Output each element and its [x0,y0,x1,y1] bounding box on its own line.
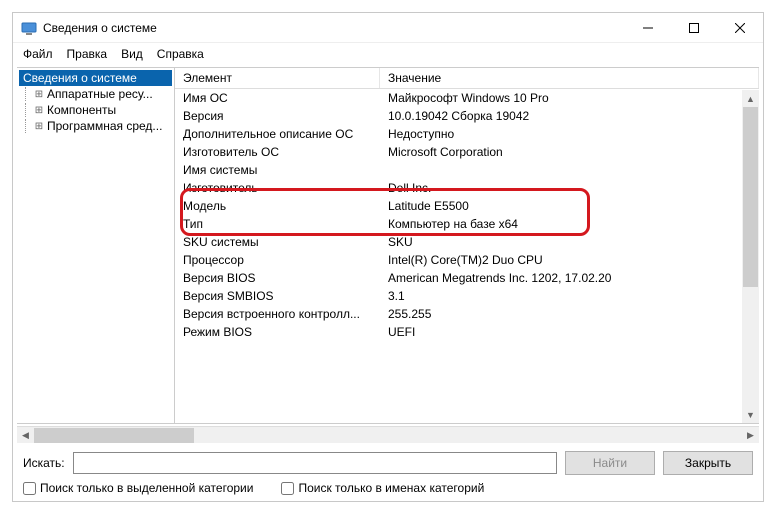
scroll-down-icon[interactable]: ▼ [742,406,759,423]
list-row[interactable]: Изготовитель ОСMicrosoft Corporation [175,143,759,161]
cell-element: Имя системы [175,161,380,179]
tree-label: Компоненты [47,103,116,117]
list-row[interactable]: ПроцессорIntel(R) Core(TM)2 Duo CPU [175,251,759,269]
column-element[interactable]: Элемент [175,68,380,88]
tree-item-components[interactable]: ⊞ Компоненты [17,102,174,118]
close-search-button[interactable]: Закрыть [663,451,753,475]
cell-value: 3.1 [380,287,759,305]
cell-element: Версия SMBIOS [175,287,380,305]
expand-icon[interactable]: ⊞ [33,89,45,100]
list-row[interactable]: Режим BIOSUEFI [175,323,759,341]
tree-item-system-summary[interactable]: Сведения о системе [19,70,172,86]
cell-value: American Megatrends Inc. 1202, 17.02.20 [380,269,759,287]
tree-label: Сведения о системе [23,71,145,85]
menu-help[interactable]: Справка [157,47,204,61]
menubar: Файл Правка Вид Справка [13,43,763,65]
search-input[interactable] [73,452,557,474]
list-body: Имя ОСМайкрософт Windows 10 ProВерсия10.… [175,89,759,341]
list-row[interactable]: Версия SMBIOS3.1 [175,287,759,305]
checkbox-only-names[interactable] [281,482,294,495]
list-header: Элемент Значение [175,68,759,89]
window-title: Сведения о системе [43,21,157,35]
cell-value: Майкрософт Windows 10 Pro [380,89,759,107]
tree-label: Аппаратные ресу... [47,87,153,101]
scroll-left-icon[interactable]: ◀ [17,427,34,444]
checkbox-label: Поиск только в выделенной категории [40,481,253,495]
content-area: Сведения о системе ⊞ Аппаратные ресу... … [17,67,759,424]
vertical-scrollbar[interactable]: ▲ ▼ [742,90,759,423]
details-pane: Элемент Значение Имя ОСМайкрософт Window… [175,68,759,423]
expand-icon[interactable]: ⊞ [33,105,45,116]
menu-edit[interactable]: Правка [67,47,108,61]
list-row[interactable]: ТипКомпьютер на базе x64 [175,215,759,233]
column-value[interactable]: Значение [380,68,759,88]
titlebar: Сведения о системе [13,13,763,43]
app-icon [21,20,37,36]
list-row[interactable]: Имя системы [175,161,759,179]
cell-element: Версия BIOS [175,269,380,287]
maximize-button[interactable] [671,13,717,43]
menu-view[interactable]: Вид [121,47,143,61]
tree-pane: Сведения о системе ⊞ Аппаратные ресу... … [17,68,175,423]
cell-value: Компьютер на базе x64 [380,215,759,233]
cell-element: Имя ОС [175,89,380,107]
list-row[interactable]: Дополнительное описание ОСНедоступно [175,125,759,143]
scrollbar-thumb[interactable] [34,428,194,443]
search-panel: Искать: Найти Закрыть Поиск только в выд… [13,443,763,501]
scroll-right-icon[interactable]: ▶ [742,427,759,444]
cell-value: 255.255 [380,305,759,323]
cell-element: Тип [175,215,380,233]
tree-item-software[interactable]: ⊞ Программная сред... [17,118,174,134]
scrollbar-thumb[interactable] [743,107,758,287]
checkbox-label: Поиск только в именах категорий [298,481,484,495]
search-label: Искать: [23,456,65,470]
list-row[interactable]: Версия BIOSAmerican Megatrends Inc. 1202… [175,269,759,287]
cell-element: Изготовитель [175,179,380,197]
cell-element: Изготовитель ОС [175,143,380,161]
cell-value: Latitude E5500 [380,197,759,215]
expand-icon[interactable]: ⊞ [33,121,45,132]
cell-value: Microsoft Corporation [380,143,759,161]
cell-element: Версия встроенного контролл... [175,305,380,323]
list-row[interactable]: Версия встроенного контролл...255.255 [175,305,759,323]
cell-element: Процессор [175,251,380,269]
cell-value: UEFI [380,323,759,341]
list-row[interactable]: МодельLatitude E5500 [175,197,759,215]
checkbox-only-category-label[interactable]: Поиск только в выделенной категории [23,481,253,495]
minimize-button[interactable] [625,13,671,43]
list-row[interactable]: Имя ОСМайкрософт Windows 10 Pro [175,89,759,107]
cell-value: SKU [380,233,759,251]
checkbox-only-names-label[interactable]: Поиск только в именах категорий [281,481,484,495]
list-row[interactable]: SKU системыSKU [175,233,759,251]
cell-element: Режим BIOS [175,323,380,341]
checkbox-only-category[interactable] [23,482,36,495]
menu-file[interactable]: Файл [23,47,53,61]
find-button[interactable]: Найти [565,451,655,475]
list-row[interactable]: ИзготовительDell Inc. [175,179,759,197]
cell-element: Дополнительное описание ОС [175,125,380,143]
cell-value: Intel(R) Core(TM)2 Duo CPU [380,251,759,269]
list-row[interactable]: Версия10.0.19042 Сборка 19042 [175,107,759,125]
tree-label: Программная сред... [47,119,162,133]
system-info-window: Сведения о системе Файл Правка Вид Справ… [12,12,764,502]
cell-value [380,161,759,179]
scroll-up-icon[interactable]: ▲ [742,90,759,107]
cell-element: SKU системы [175,233,380,251]
close-button[interactable] [717,13,763,43]
cell-value: Dell Inc. [380,179,759,197]
tree-item-hardware[interactable]: ⊞ Аппаратные ресу... [17,86,174,102]
horizontal-scrollbar[interactable]: ◀ ▶ [17,426,759,443]
cell-value: 10.0.19042 Сборка 19042 [380,107,759,125]
cell-value: Недоступно [380,125,759,143]
cell-element: Версия [175,107,380,125]
cell-element: Модель [175,197,380,215]
